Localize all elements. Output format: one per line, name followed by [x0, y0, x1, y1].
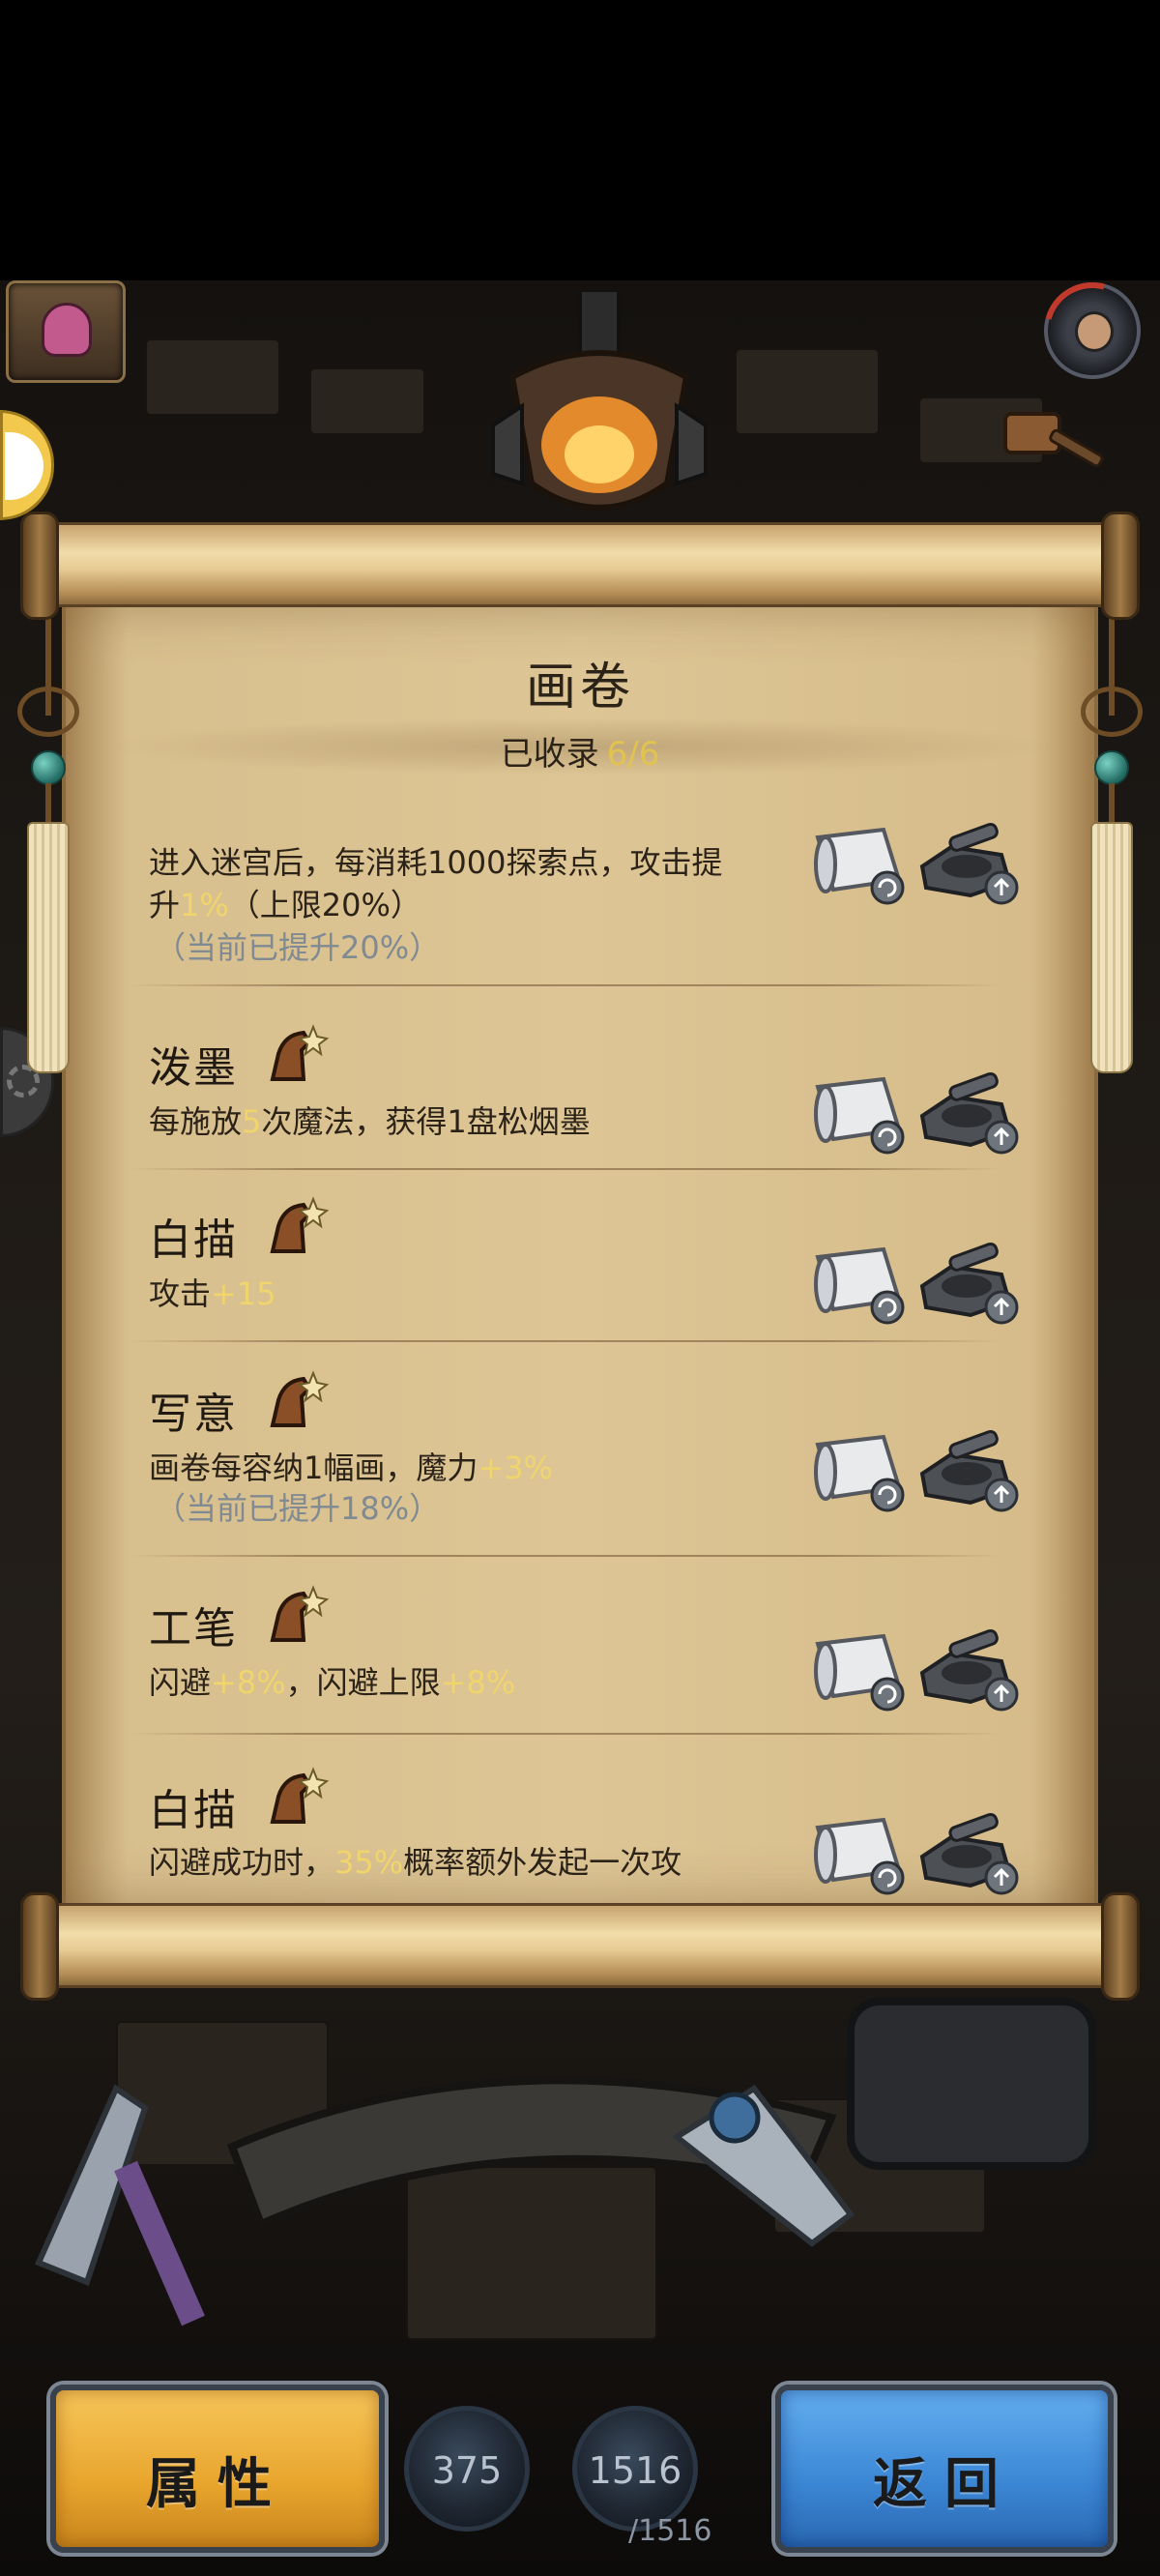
- ink-stone-icon[interactable]: [913, 1619, 1021, 1712]
- stat-b-max: /1516: [628, 2514, 712, 2548]
- forge-furnace-icon: [491, 290, 708, 511]
- weapons-decoration: [34, 1998, 1096, 2327]
- entry-desc: 闪避+8%，闪避上限+8%: [149, 1664, 516, 1701]
- entry-desc: 闪避成功时，35%概率额外发起一次攻: [149, 1844, 682, 1881]
- horse-rank-icon: [270, 1024, 330, 1081]
- collected-status: 已收录 6/6: [0, 727, 1160, 775]
- entry-desc: 画卷每容纳1幅画，魔力+3%: [149, 1449, 553, 1486]
- entry-note: （当前已提升20%）: [155, 929, 441, 966]
- scroll-icon[interactable]: [806, 1625, 911, 1713]
- pet-icon: [5, 432, 44, 500]
- back-button[interactable]: 返回: [775, 2385, 1114, 2553]
- scroll-icon[interactable]: [806, 1238, 911, 1327]
- back-button-label: 返回: [873, 2453, 1016, 2516]
- ink-stone-icon[interactable]: [913, 1062, 1021, 1155]
- entry-name: 写意: [149, 1390, 238, 1439]
- painting-list[interactable]: 进入迷宫后，每消耗1000探索点，攻击提 升1%（上限20%） （当前已提升20…: [101, 797, 1059, 1907]
- stat-orb-b: 1516: [572, 2406, 698, 2532]
- scroll-title: 画卷: [525, 659, 634, 717]
- ink-stone-icon[interactable]: [913, 1420, 1021, 1512]
- scroll-icon[interactable]: [806, 1068, 911, 1156]
- list-item: 工笔 闪避+8%，闪避上限+8%: [101, 1557, 1059, 1735]
- entry-name: 白描: [149, 1215, 238, 1265]
- entry-desc: 攻击+15: [149, 1275, 276, 1312]
- collected-count: 6/6: [606, 735, 660, 774]
- scroll-top-roller: [20, 512, 1140, 620]
- list-item: 白描 攻击+15: [101, 1170, 1059, 1342]
- stat-b-value: 1516: [588, 2449, 682, 2492]
- ink-stone-icon[interactable]: [913, 812, 1021, 905]
- stat-orb-a: 375: [404, 2406, 530, 2532]
- avatar-button[interactable]: [1026, 264, 1159, 397]
- scroll-icon[interactable]: [806, 818, 911, 907]
- scroll-icon[interactable]: [806, 1808, 911, 1897]
- entry-desc: 进入迷宫后，每消耗1000探索点，攻击提 升1%（上限20%）: [149, 844, 723, 923]
- refresh-badge-icon: [870, 870, 905, 905]
- list-item: 白描 闪避成功时，35%概率额外发起一次攻: [101, 1735, 1059, 1907]
- ink-stone-icon[interactable]: [913, 1232, 1021, 1325]
- hammer-icon: [1003, 412, 1104, 468]
- entry-name: 工笔: [149, 1604, 238, 1654]
- top-black-bar: [0, 0, 1160, 280]
- chat-box-button[interactable]: [6, 280, 126, 383]
- entry-desc: 每施放5次魔法，获得1盘松烟墨: [149, 1103, 591, 1140]
- entry-name: 泼墨: [149, 1043, 238, 1093]
- horse-rank-icon: [270, 1767, 330, 1824]
- scroll-bottom-roller: [20, 1892, 1140, 2001]
- stat-a-value: 375: [431, 2449, 503, 2492]
- horse-rank-icon: [270, 1196, 330, 1253]
- entry-name: 白描: [149, 1786, 238, 1835]
- ghost-icon: [42, 303, 92, 357]
- horse-rank-icon: [270, 1585, 330, 1642]
- horse-rank-icon: [270, 1370, 330, 1427]
- avatar-icon: [1075, 311, 1114, 352]
- ink-stone-icon[interactable]: [913, 1802, 1021, 1895]
- list-item: 泼墨 每施放5次魔法，获得1盘松烟墨: [101, 986, 1059, 1170]
- scroll-icon[interactable]: [806, 1425, 911, 1514]
- list-item: 进入迷宫后，每消耗1000探索点，攻击提 升1%（上限20%） （当前已提升20…: [101, 797, 1059, 986]
- attributes-button-label: 属性: [146, 2453, 289, 2516]
- attributes-button[interactable]: 属性: [50, 2385, 385, 2553]
- collected-label: 已收录: [500, 735, 599, 774]
- list-item: 写意 画卷每容纳1幅画，魔力+3% （当前已提升18%）: [101, 1342, 1059, 1557]
- entry-note: （当前已提升18%）: [155, 1490, 441, 1527]
